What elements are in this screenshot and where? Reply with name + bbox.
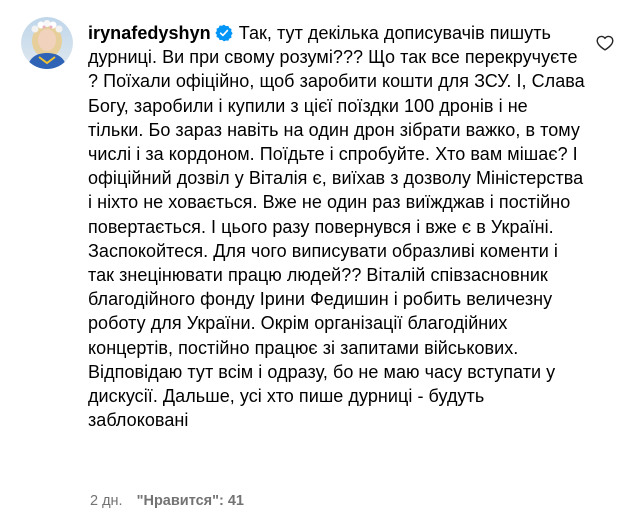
user-avatar[interactable] — [21, 17, 73, 69]
comment-meta: 2 дн. "Нравится": 41 — [90, 493, 244, 509]
like-heart-icon[interactable] — [596, 34, 614, 52]
comment-body: irynafedyshyn Так, тут декілька дописува… — [88, 21, 588, 432]
username[interactable]: irynafedyshyn — [88, 23, 211, 43]
verified-badge-icon — [215, 24, 233, 42]
comment-text: Так, тут декілька дописувачів пишуть дур… — [88, 23, 585, 431]
comment-time[interactable]: 2 дн. — [90, 493, 123, 509]
comment-likes-count[interactable]: "Нравится": 41 — [137, 493, 244, 509]
comment: irynafedyshyn Так, тут декілька дописува… — [0, 0, 627, 532]
avatar-image — [21, 17, 73, 69]
